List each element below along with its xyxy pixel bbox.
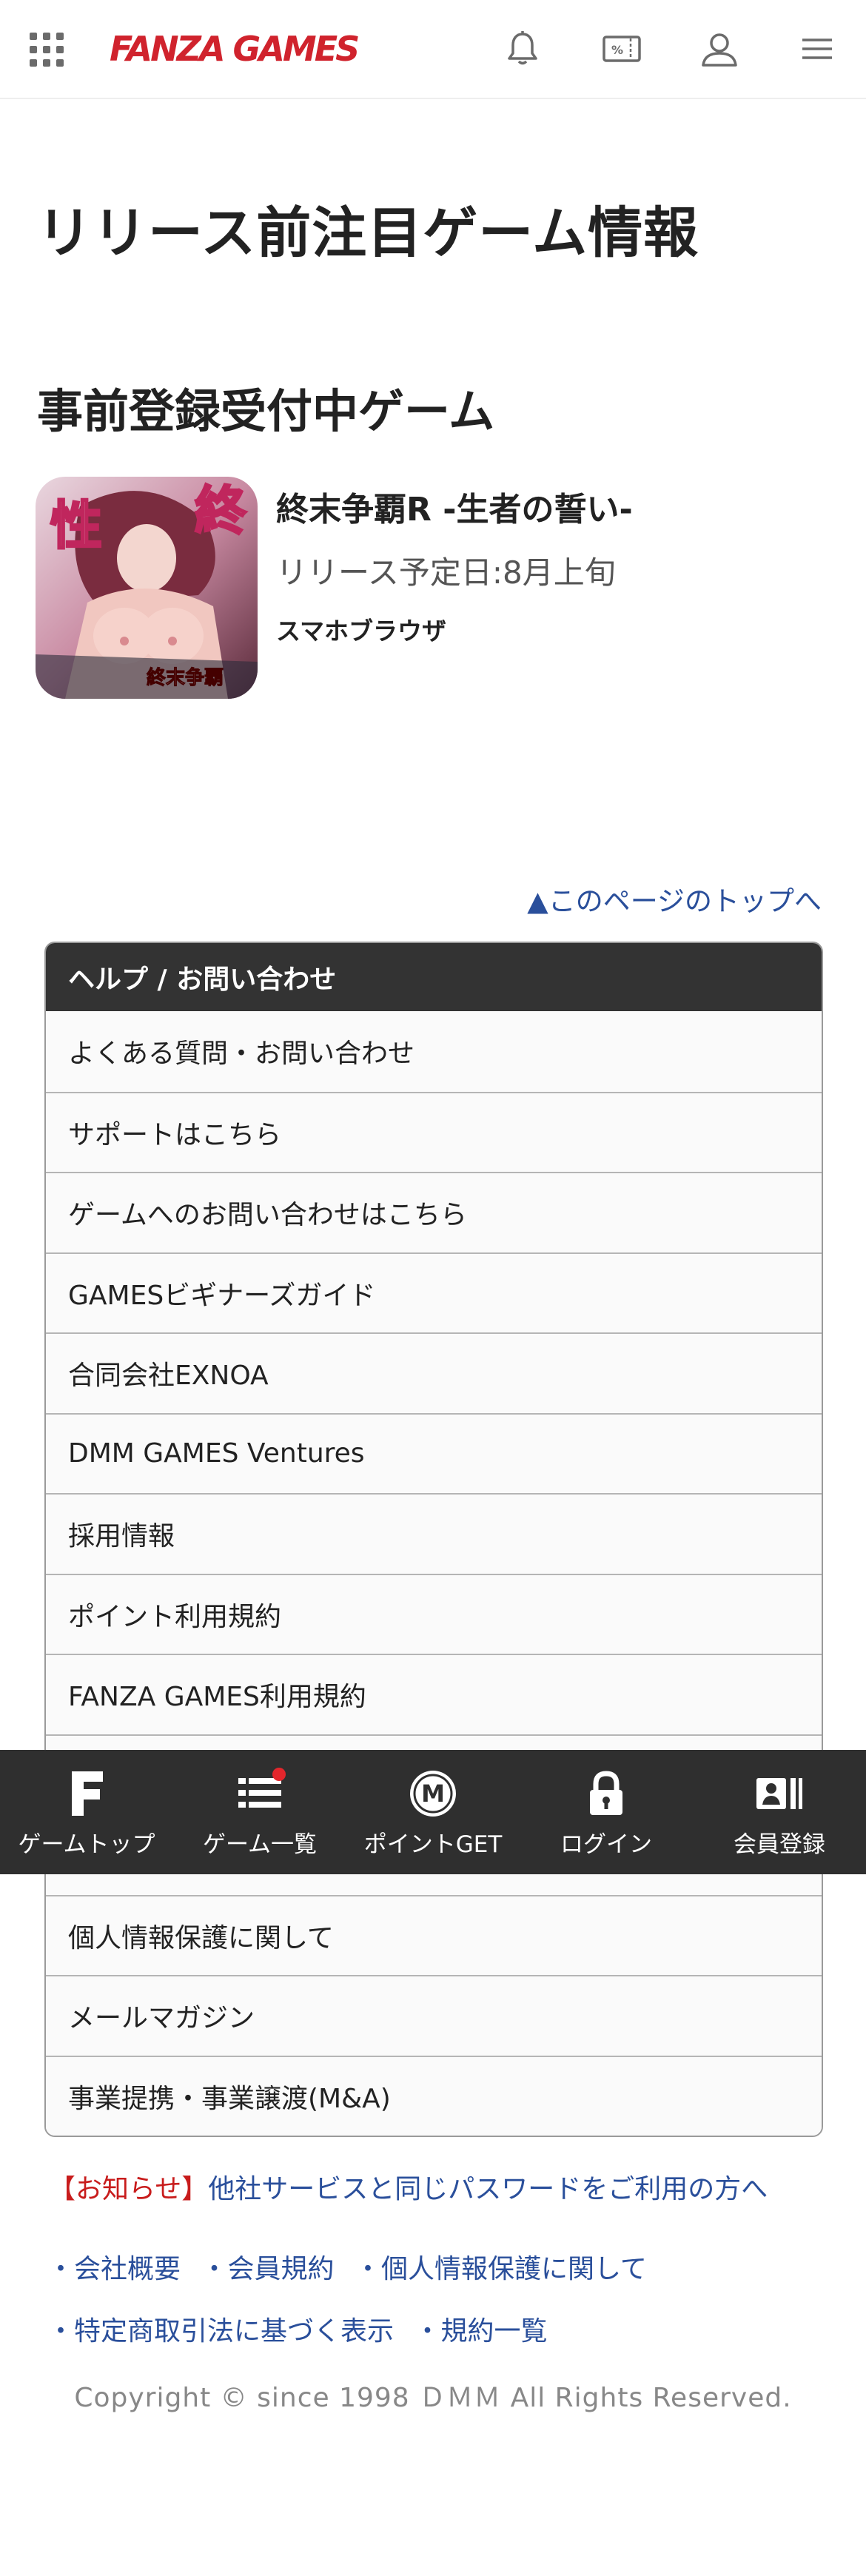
footer-link-member-terms[interactable]: ・会員規約 (201, 2254, 334, 2284)
notice-message[interactable]: 他社サービスと同じパスワードをご利用の方へ (208, 2174, 768, 2204)
footer-link-commerce-law[interactable]: ・特定商取引法に基づく表示 (47, 2316, 394, 2347)
footer-links-row-1: ・会社概要 ・会員規約 ・個人情報保護に関して (47, 2247, 832, 2286)
bell-icon[interactable] (500, 27, 545, 71)
notice-tag: 【お知らせ】 (49, 2174, 209, 2204)
member-card-icon (753, 1768, 805, 1819)
list-icon (234, 1768, 286, 1819)
svg-text:終: 終 (195, 480, 246, 541)
game-title[interactable]: 終末争覇R -生者の誓い- (276, 483, 633, 530)
nav-label: ポイントGET (363, 1831, 503, 1858)
user-icon[interactable] (697, 27, 742, 71)
footer-link-company[interactable]: ・会社概要 (47, 2254, 181, 2284)
help-item-business-alliance[interactable]: 事業提携・事業譲渡(M&A) (46, 2055, 822, 2136)
nav-register[interactable]: 会員登録 (693, 1750, 866, 1874)
help-item-faq[interactable]: よくある質問・お問い合わせ (46, 1011, 822, 1092)
coupon-icon[interactable]: % (600, 27, 644, 71)
fanza-games-logo[interactable]: FANZA GAMES (110, 27, 360, 71)
point-coin-icon: M (407, 1768, 459, 1819)
nav-label: ゲーム一覧 (202, 1831, 318, 1858)
section-title: 事前登録受付中ゲーム (37, 384, 495, 438)
game-card[interactable]: 性 終 終末争覇 終末争覇R -生者の誓い- リリース予定日:8月上旬 スマホブ… (36, 477, 835, 706)
footer-link-terms-list[interactable]: ・規約一覧 (414, 2316, 547, 2347)
help-item-recruit[interactable]: 採用情報 (46, 1493, 822, 1574)
page-top-link[interactable]: ▲このページのトップへ (527, 879, 822, 919)
game-release-date: リリース予定日:8月上旬 (276, 554, 616, 591)
help-item-point-terms[interactable]: ポイント利用規約 (46, 1573, 822, 1654)
copyright: Copyright © since 1998 ＤＭＭ All Rights Re… (74, 2383, 792, 2413)
help-item-support[interactable]: サポートはこちら (46, 1091, 822, 1172)
new-badge-dot (272, 1768, 286, 1781)
nav-point-get[interactable]: M ポイントGET (346, 1750, 520, 1874)
game-platform: スマホブラウザ (276, 617, 447, 645)
help-menu-header: ヘルプ / お問い合わせ (46, 943, 822, 1011)
grid-menu-icon[interactable] (30, 33, 65, 68)
help-item-game-inquiry[interactable]: ゲームへのお問い合わせはこちら (46, 1172, 822, 1252)
lock-icon (580, 1768, 632, 1819)
bottom-nav-bar: ゲームトップ ゲーム一覧 M ポイントGET ログイン 会員登録 (0, 1750, 866, 1874)
help-menu: ヘルプ / お問い合わせ よくある質問・お問い合わせ サポートはこちら ゲームへ… (44, 942, 823, 2137)
game-thumbnail-image[interactable]: 性 終 終末争覇 (36, 477, 258, 699)
footer-link-privacy[interactable]: ・個人情報保護に関して (355, 2254, 647, 2284)
f-logo-icon (61, 1768, 113, 1819)
hamburger-menu-icon[interactable] (795, 27, 839, 71)
svg-text:M: M (421, 1780, 445, 1808)
help-item-games-terms[interactable]: FANZA GAMES利用規約 (46, 1654, 822, 1734)
nav-game-list[interactable]: ゲーム一覧 (173, 1750, 346, 1874)
help-item-exnoa[interactable]: 合同会社EXNOA (46, 1332, 822, 1413)
help-item-beginners-guide[interactable]: GAMESビギナーズガイド (46, 1252, 822, 1332)
nav-label: 会員登録 (734, 1831, 825, 1858)
password-notice-link[interactable]: 【お知らせ】他社サービスと同じパスワードをご利用の方へ (49, 2167, 768, 2206)
help-item-privacy[interactable]: 個人情報保護に関して (46, 1894, 822, 1975)
svg-text:性: 性 (50, 494, 102, 556)
svg-text:終末争覇: 終末争覇 (147, 666, 224, 689)
help-menu-list: よくある質問・お問い合わせ サポートはこちら ゲームへのお問い合わせはこちら G… (46, 1011, 822, 2136)
nav-label: ゲームトップ (18, 1831, 155, 1858)
nav-login[interactable]: ログイン (520, 1750, 693, 1874)
nav-label: ログイン (560, 1831, 652, 1858)
page-title: リリース前注目ゲーム情報 (37, 201, 699, 265)
footer-links-row-2: ・特定商取引法に基づく表示 ・規約一覧 (47, 2310, 832, 2348)
svg-text:%: % (611, 43, 623, 57)
help-item-ventures[interactable]: DMM GAMES Ventures (46, 1412, 822, 1493)
site-header: FANZA GAMES % (0, 0, 866, 99)
nav-game-top[interactable]: ゲームトップ (0, 1750, 173, 1874)
help-item-mail-magazine[interactable]: メールマガジン (46, 1975, 822, 2056)
